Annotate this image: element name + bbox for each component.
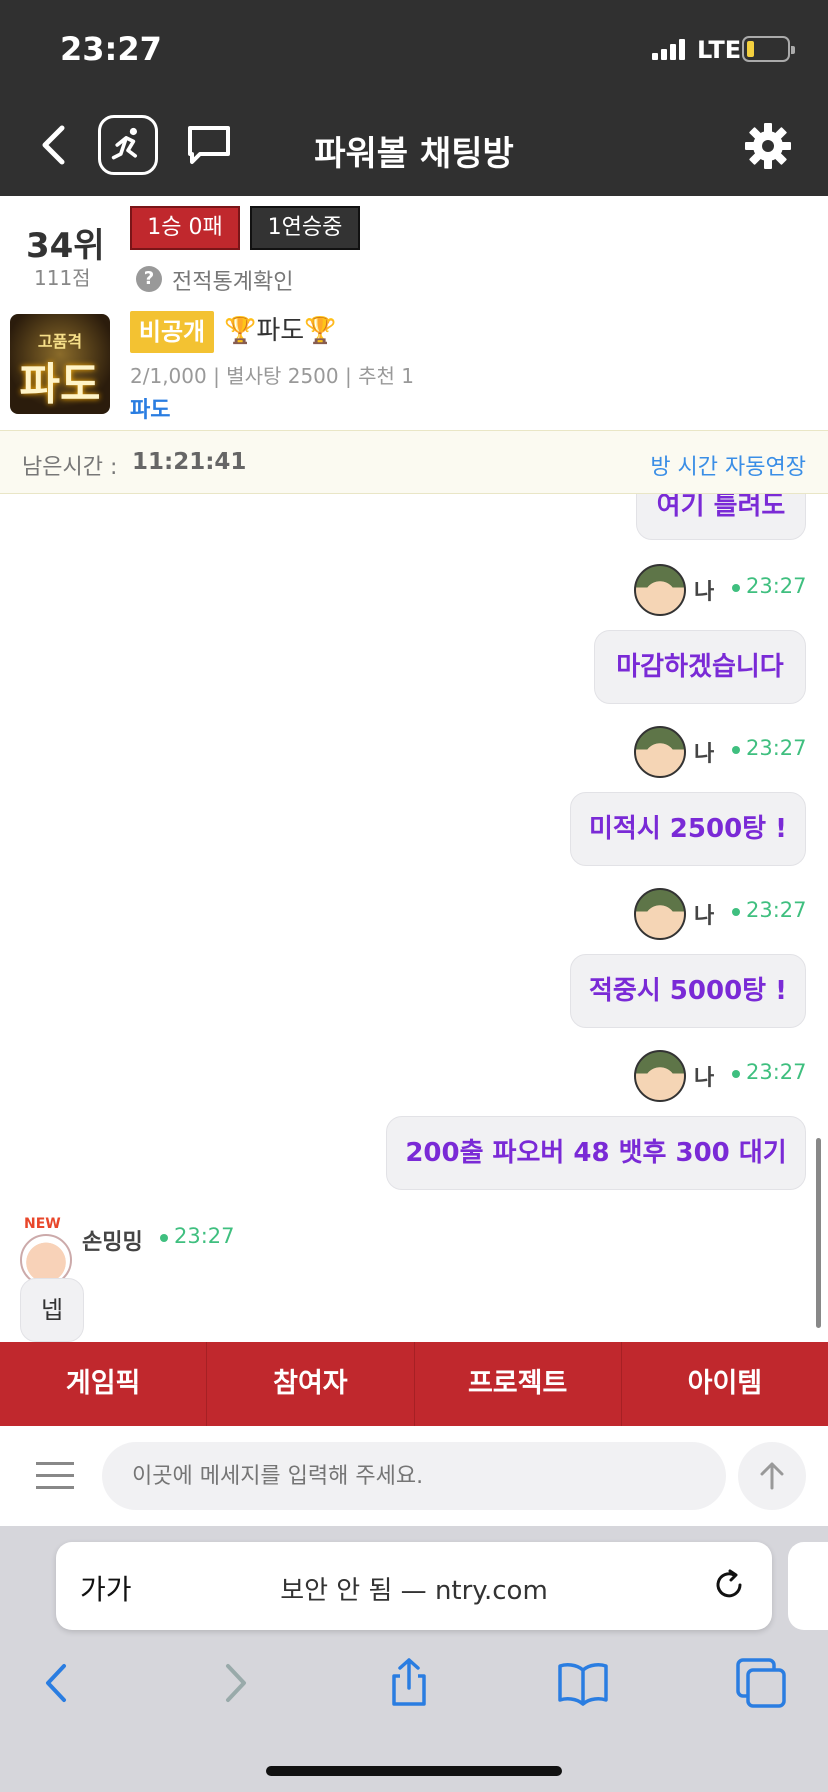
network-label: LTE [697, 36, 742, 64]
chat-scrollbar[interactable] [816, 1138, 821, 1328]
privacy-badge: 비공개 [130, 311, 214, 353]
status-bar: 23:27 LTE [0, 0, 828, 100]
sender-name: 나 [694, 742, 715, 767]
signal-icon [652, 38, 690, 60]
message-time: 23:27 [746, 574, 807, 598]
status-time: 23:27 [60, 30, 162, 68]
sender-name: 나 [694, 904, 715, 929]
reload-icon[interactable] [710, 1566, 748, 1604]
browser-back-icon[interactable] [30, 1656, 84, 1710]
avatar [634, 564, 686, 616]
avatar [634, 1050, 686, 1102]
online-dot [160, 1234, 168, 1242]
tab-items[interactable]: 아이템 [622, 1342, 828, 1426]
streak-badge: 1연승중 [250, 206, 360, 250]
battery-icon [742, 36, 795, 62]
online-dot [732, 584, 740, 592]
address-bar[interactable]: 가가 보안 안 됨 — ntry.com [56, 1542, 772, 1630]
arrow-up-icon [760, 1462, 784, 1490]
record-badge: 1승 0패 [130, 206, 240, 250]
room-meta: 2/1,000 | 별사탕 2500 | 추천 1 [130, 364, 414, 388]
chat-bubble: 넵 [20, 1278, 84, 1342]
gear-icon[interactable] [742, 120, 794, 172]
chat-bubble: 미적시 2500탕 ! [570, 792, 806, 866]
room-image: 고품격 파도 [10, 314, 110, 414]
question-icon[interactable]: ? [136, 266, 162, 292]
tabs-icon[interactable] [734, 1656, 788, 1710]
next-tab-preview[interactable] [788, 1542, 828, 1630]
sender-name: 나 [694, 580, 715, 605]
browser-toolbar: 가가 보안 안 됨 — ntry.com [0, 1526, 828, 1792]
home-indicator [266, 1766, 562, 1776]
auto-extend-link[interactable]: 방 시간 자동연장 [650, 449, 806, 481]
sender-name: 나 [694, 1066, 715, 1091]
online-dot [732, 1070, 740, 1078]
chat-bubble: 마감하겠습니다 [594, 630, 806, 704]
message-composer [0, 1426, 828, 1526]
message-time: 23:27 [746, 1060, 807, 1084]
room-owner-link[interactable]: 파도 [130, 392, 170, 424]
tab-project[interactable]: 프로젝트 [415, 1342, 622, 1426]
message-input[interactable] [102, 1442, 726, 1510]
url-text[interactable]: 보안 안 됨 — ntry.com [56, 1570, 772, 1607]
send-button[interactable] [738, 1442, 806, 1510]
chat-bubble: 200출 파오버 48 뱃후 300 대기 [386, 1116, 806, 1190]
message-time: 23:27 [746, 736, 807, 760]
timer-bar: 남은시간 : 11:21:41 방 시간 자동연장 [0, 430, 828, 494]
online-dot [732, 908, 740, 916]
new-badge: NEW [24, 1216, 61, 1232]
timer-value: 11:21:41 [132, 449, 247, 475]
message-time: 23:27 [746, 898, 807, 922]
tab-game-pick[interactable]: 게임픽 [0, 1342, 208, 1426]
tab-participants[interactable]: 참여자 [207, 1342, 415, 1426]
message-time: 23:27 [174, 1224, 235, 1248]
chat-bubble: 여기 틀려도 [636, 494, 806, 540]
browser-forward-icon[interactable] [208, 1656, 262, 1710]
share-icon[interactable] [382, 1656, 436, 1710]
app-header: 파워볼 채팅방 [0, 100, 828, 196]
avatar [634, 888, 686, 940]
rank: 34위 [26, 226, 105, 266]
hamburger-icon[interactable] [36, 1462, 74, 1490]
bookmarks-icon[interactable] [556, 1656, 610, 1710]
bottom-tabs: 게임픽 참여자 프로젝트 아이템 [0, 1342, 828, 1426]
avatar [634, 726, 686, 778]
room-name: 🏆파도🏆 [224, 316, 337, 346]
stats-link[interactable]: 전적통계확인 [172, 264, 293, 296]
timer-label: 남은시간 : [22, 455, 118, 480]
online-dot [732, 746, 740, 754]
points: 111점 [34, 266, 91, 290]
chat-log[interactable]: 여기 틀려도 나 23:27 마감하겠습니다 나 23:27 미적시 2500탕… [0, 494, 828, 1342]
sender-name: 손밍밍 [82, 1230, 143, 1255]
page-title: 파워볼 채팅방 [314, 134, 514, 174]
chat-bubble: 적중시 5000탕 ! [570, 954, 806, 1028]
